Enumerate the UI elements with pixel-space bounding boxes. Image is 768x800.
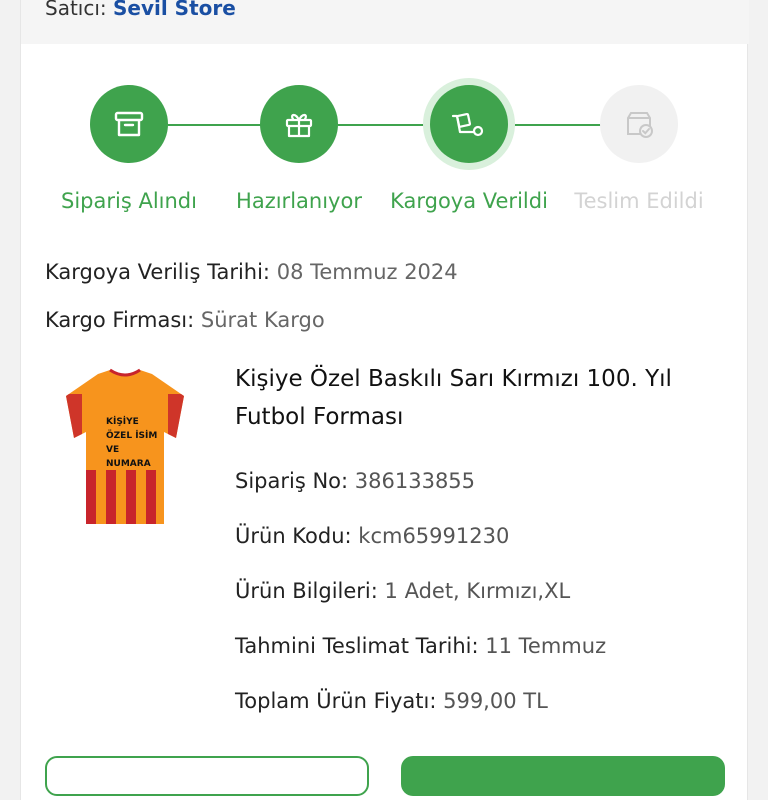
shipping-company-label: Kargo Firması: bbox=[45, 308, 195, 332]
step-label-preparing: Hazırlanıyor bbox=[236, 189, 362, 213]
primary-action-button[interactable] bbox=[401, 756, 725, 796]
product-code-label: Ürün Kodu: bbox=[235, 524, 352, 548]
estimated-delivery-label: Tahmini Teslimat Tarihi: bbox=[235, 634, 479, 658]
product-info-value: 1 Adet, Kırmızı,XL bbox=[384, 579, 571, 603]
shipping-date-value: 08 Temmuz 2024 bbox=[276, 260, 458, 284]
shipping-date-row: Kargoya Veriliş Tarihi: 08 Temmuz 2024 bbox=[45, 260, 458, 284]
step-connector bbox=[168, 124, 262, 126]
delivered-package-check-icon bbox=[627, 112, 653, 138]
order-number-row: Sipariş No: 386133855 bbox=[235, 469, 475, 493]
shipping-company-row: Kargo Firması: Sürat Kargo bbox=[45, 308, 325, 332]
step-label-shipped: Kargoya Verildi bbox=[390, 189, 548, 213]
product-code-row: Ürün Kodu: kcm65991230 bbox=[235, 524, 509, 548]
delivery-dolly-icon bbox=[451, 112, 484, 137]
total-price-row: Toplam Ürün Fiyatı: 599,00 TL bbox=[235, 689, 548, 713]
shipping-company-value: Sürat Kargo bbox=[200, 308, 325, 332]
product-image-jersey[interactable]: KİŞİYE ÖZEL İSİM VE NUMARA bbox=[60, 366, 190, 532]
step-connector bbox=[508, 124, 602, 126]
shipping-date-label: Kargoya Veriliş Tarihi: bbox=[45, 260, 271, 284]
total-price-value: 599,00 TL bbox=[443, 689, 548, 713]
archive-box-icon bbox=[114, 111, 144, 137]
order-number-value: 386133855 bbox=[354, 469, 476, 493]
estimated-delivery-row: Tahmini Teslimat Tarihi: 11 Temmuz bbox=[235, 634, 606, 658]
product-title[interactable]: Kişiye Özel Baskılı Sarı Kırmızı 100. Yı… bbox=[235, 360, 725, 436]
product-code-value: kcm65991230 bbox=[358, 524, 510, 548]
step-preparing bbox=[260, 85, 338, 163]
jersey-text-line-3: VE bbox=[106, 445, 119, 455]
step-connector bbox=[338, 124, 432, 126]
jersey-text-line-1: KİŞİYE bbox=[106, 416, 139, 427]
product-info-label: Ürün Bilgileri: bbox=[235, 579, 378, 603]
order-number-label: Sipariş No: bbox=[235, 469, 349, 493]
order-status-stepper: Sipariş Alındı Hazırlanıyor Kargoya Veri… bbox=[0, 0, 768, 230]
estimated-delivery-value: 11 Temmuz bbox=[485, 634, 607, 658]
step-delivered bbox=[600, 85, 678, 163]
step-order-received bbox=[90, 85, 168, 163]
jersey-text-line-2: ÖZEL İSİM bbox=[106, 430, 157, 441]
step-label-delivered: Teslim Edildi bbox=[574, 189, 704, 213]
jersey-text-line-4: NUMARA bbox=[106, 459, 151, 469]
product-info-row: Ürün Bilgileri: 1 Adet, Kırmızı,XL bbox=[235, 579, 570, 603]
secondary-action-button[interactable] bbox=[45, 756, 369, 796]
total-price-label: Toplam Ürün Fiyatı: bbox=[235, 689, 437, 713]
step-shipped bbox=[430, 85, 508, 163]
gift-box-icon bbox=[285, 113, 313, 138]
step-label-order-received: Sipariş Alındı bbox=[61, 189, 197, 213]
